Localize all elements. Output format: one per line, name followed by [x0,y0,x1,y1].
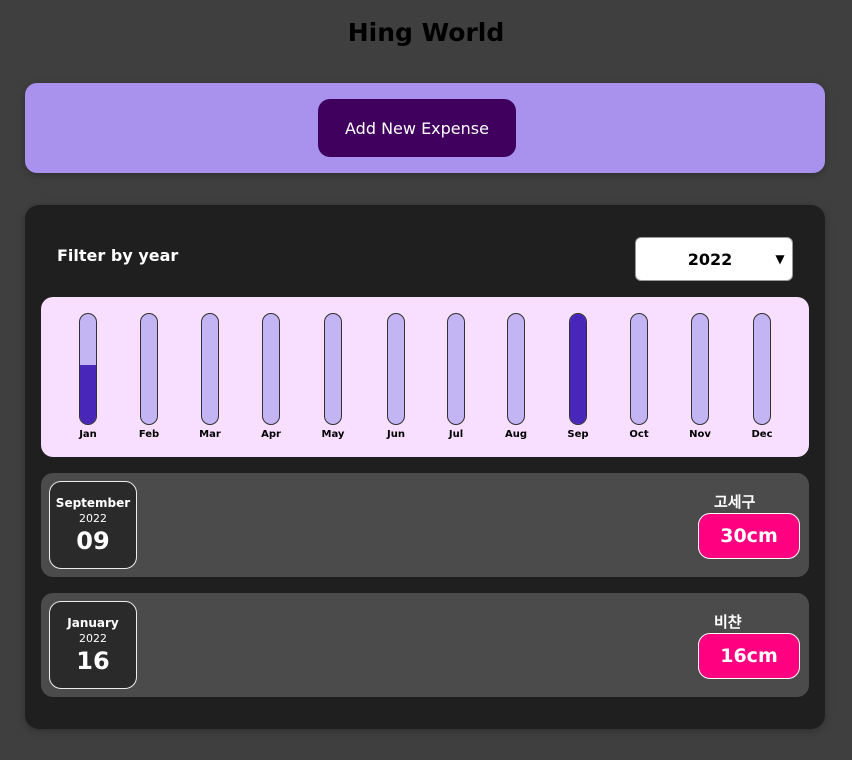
chart-bar-track [262,313,280,425]
expense-date-day: 09 [76,526,110,555]
chart-bar-apr: Apr [251,313,291,453]
chart-bar-label: Jan [79,429,97,440]
chart-bar-track [507,313,525,425]
expense-title: 고세구 [714,493,756,511]
chart-bar-track [753,313,771,425]
expense-date-month: January [67,615,119,630]
chart-bar-label: Nov [689,429,711,440]
expense-date: January 2022 16 [49,601,137,689]
expense-date-month: September [55,495,131,510]
expenses-card: Filter by year 2022 ▼ Jan Feb Mar Apr May Jun… [25,205,825,729]
expense-title: 비챤 [714,613,742,631]
filter-label: Filter by year [57,246,179,265]
expense-date-day: 16 [76,646,110,675]
chart-bar-dec: Dec [742,313,782,453]
chart-bar-track [140,313,158,425]
year-select[interactable]: 2022 ▼ [635,237,793,281]
expense-date-year: 2022 [79,511,107,525]
chart-bar-label: Feb [138,429,160,440]
chart-bar-track [630,313,648,425]
chart-bar-label: Mar [199,429,221,440]
chart-bar-fill [80,365,96,424]
chart-bar-aug: Aug [496,313,536,453]
chart-bar-fill [570,314,586,424]
expense-price: 30cm [698,513,800,559]
chart-bar-label: Dec [751,429,773,440]
chart-bar-label: Oct [629,429,649,440]
chart-bar-jul: Jul [436,313,476,453]
chart-bar-track [447,313,465,425]
year-select-value: 2022 [687,249,733,269]
expense-date: September 2022 09 [49,481,137,569]
chart-bar-track [201,313,219,425]
chart-bar-track [691,313,709,425]
chart-bar-jun: Jun [376,313,416,453]
add-new-expense-button[interactable]: Add New Expense [318,99,516,157]
chart-bar-feb: Feb [129,313,169,453]
chart-bar-oct: Oct [619,313,659,453]
chart-bar-track [324,313,342,425]
expense-price: 16cm [698,633,800,679]
expense-item: September 2022 09 고세구 30cm [41,473,809,577]
chart-bar-jan: Jan [68,313,108,453]
chart-bar-label: Jun [387,429,405,440]
new-expense-panel: Add New Expense [25,83,825,173]
chart-bar-label: May [321,429,345,440]
chart-bar-track [387,313,405,425]
chart-bar-label: Aug [504,429,528,440]
expenses-chart: Jan Feb Mar Apr May Jun Jul Aug Sep Oct Nov Dec [41,297,809,457]
chart-bar-label: Jul [448,429,464,440]
expense-item: January 2022 16 비챤 16cm [41,593,809,697]
chart-bar-track [79,313,97,425]
chart-bar-mar: Mar [190,313,230,453]
chevron-down-icon: ▼ [775,252,785,266]
chart-bar-sep: Sep [558,313,598,453]
chart-bar-label: Apr [261,429,281,440]
expense-date-year: 2022 [79,631,107,645]
app-title: Hing World [347,18,505,47]
chart-bar-track [569,313,587,425]
chart-bar-label: Sep [567,429,589,440]
chart-bar-nov: Nov [680,313,720,453]
chart-bar-may: May [313,313,353,453]
